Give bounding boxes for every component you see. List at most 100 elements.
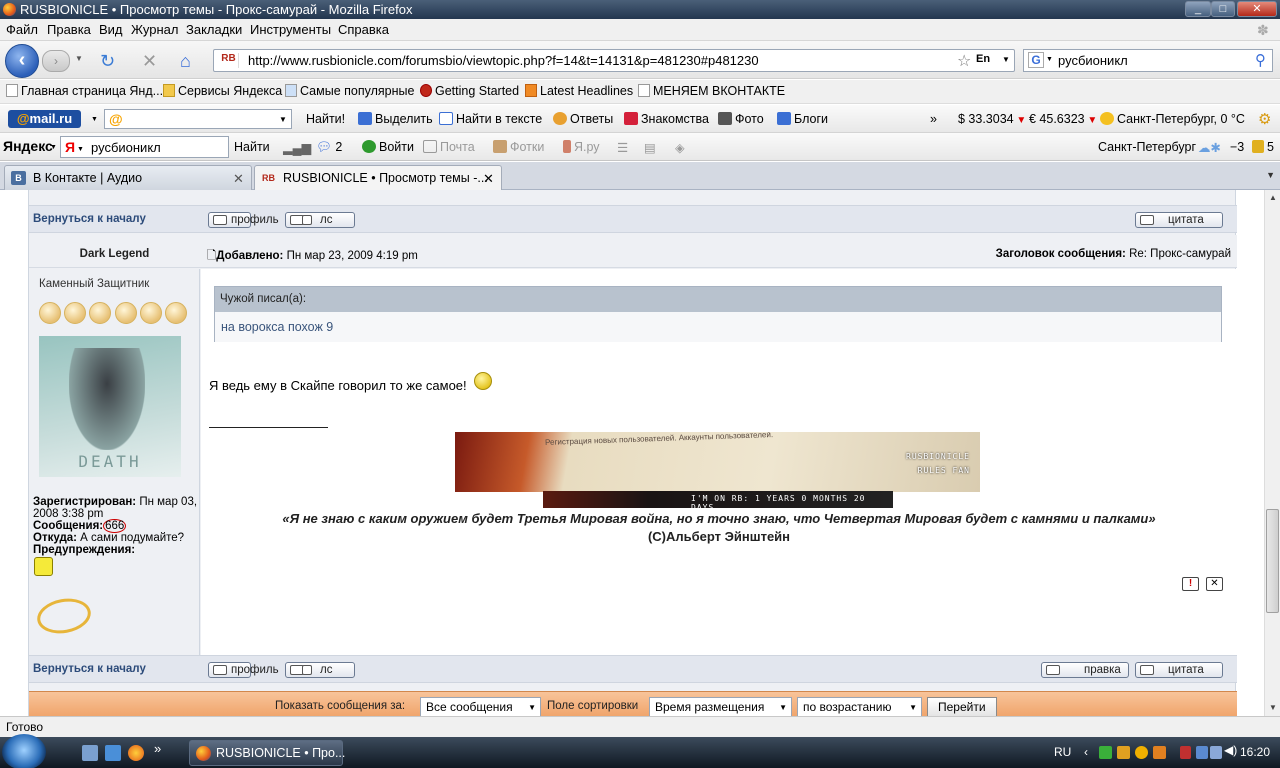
profile-button[interactable]: профиль [208,212,279,228]
search-bar[interactable]: G ▼ русбионикл ⚲ [1023,49,1273,72]
address-url[interactable]: http://www.rusbionicle.com/forumsbio/vie… [248,53,759,68]
start-button[interactable] [2,734,46,768]
bookmark-item[interactable]: Getting Started [420,84,519,98]
pm-button[interactable]: лс [285,662,355,678]
tab-rusbionicle[interactable]: RB RUSBIONICLE • Просмотр темы -... ✕ [254,165,502,190]
show-desktop-icon[interactable] [82,745,98,761]
language-indicator[interactable]: RU [1054,745,1071,759]
search-icon[interactable]: ⚲ [1255,51,1266,69]
settings-gear-icon[interactable]: ⚙ [1258,110,1271,128]
scroll-up-icon[interactable]: ▲ [1265,190,1280,206]
history-dropdown-icon[interactable]: ▼ [75,54,83,63]
yaru-button[interactable]: Я.ру [563,140,600,154]
blogs-button[interactable]: Блоги [777,112,828,126]
bookmark-star-icon[interactable]: ☆ [957,51,971,71]
tab-list-dropdown-icon[interactable]: ▼ [1266,170,1275,180]
back-to-top-link[interactable]: Вернуться к началу [33,213,146,225]
tray-icon-network[interactable] [1196,746,1208,759]
firefox-quicklaunch-icon[interactable] [128,745,144,761]
report-button[interactable]: ! [1182,577,1199,591]
tab-close-icon[interactable]: ✕ [233,171,244,187]
url-dropdown-icon[interactable]: ▼ [1002,55,1010,64]
switch-windows-icon[interactable] [105,745,121,761]
edit-button[interactable]: правка [1041,662,1129,678]
reload-icon[interactable]: ↻ [100,51,115,72]
delete-button[interactable]: ✕ [1206,577,1223,591]
yandex-menu-dropdown-icon[interactable]: ▼ [50,144,57,151]
forward-button[interactable]: › [42,50,70,72]
vertical-scrollbar[interactable]: ▲ ▼ [1264,190,1280,716]
post-link-icon[interactable]: 🗋︎ [207,250,216,262]
address-bar[interactable]: RB http://www.rusbionicle.com/forumsbio/… [213,49,1015,72]
answers-button[interactable]: Ответы [553,112,613,126]
go-button[interactable]: Перейти [927,697,997,716]
scroll-down-icon[interactable]: ▼ [1265,700,1280,716]
messages-button[interactable]: 💬︎ 2 [316,140,342,155]
yandex-logo[interactable]: Яндекс [3,138,53,154]
find-in-text-button[interactable]: Найти в тексте [439,112,542,126]
close-button[interactable]: ✕ [1237,1,1277,17]
scroll-thumb[interactable] [1266,509,1279,613]
signal-bars-icon[interactable]: ▂▄▆ [283,140,311,155]
tray-icon-security[interactable] [1180,746,1191,759]
menu-edit[interactable]: Правка [47,22,91,37]
mailru-search-input[interactable]: @ ▼ [104,109,292,129]
menu-view[interactable]: Вид [99,22,123,37]
tab-close-icon[interactable]: ✕ [483,171,494,187]
quote-button[interactable]: цитата [1135,662,1223,678]
language-badge[interactable]: En [976,53,990,65]
yandex-search-value[interactable]: русбионикл [91,140,161,155]
google-engine-icon[interactable]: G [1028,52,1044,68]
quote-button[interactable]: цитата [1135,212,1223,228]
maximize-button[interactable]: □ [1211,1,1235,17]
tray-icon-icq[interactable] [1099,746,1112,759]
engine-dropdown-icon[interactable]: ▼ [1046,56,1053,63]
tray-icon-display[interactable] [1210,746,1222,759]
stop-icon[interactable]: ✕ [142,51,157,72]
pm-button[interactable]: лс [285,212,355,228]
clock[interactable]: 16:20 [1240,745,1270,759]
sort-field-select[interactable]: Время размещения ▼ [649,697,792,716]
mailru-find-button[interactable]: Найти! [306,112,345,126]
tray-icon-mail[interactable] [1117,746,1130,759]
photos-button[interactable]: Фотки [493,140,544,154]
yandex-find-button[interactable]: Найти [234,140,270,154]
bookmark-item[interactable]: Сервисы Яндекса [163,84,282,98]
tab-vkontakte[interactable]: B В Контакте | Аудио ✕ [4,165,252,190]
yandex-temp[interactable]: −3 [1230,140,1244,154]
extra-icon-1[interactable]: ☰ [617,140,628,155]
mailru-logo[interactable]: @mail.ru [8,110,81,128]
back-button[interactable]: ‹ [5,44,39,78]
mailru-menu-dropdown-icon[interactable]: ▼ [91,116,98,123]
usd-rate[interactable]: $ 33.3034 ▼ [958,112,1026,126]
bookmark-item[interactable]: МЕНЯЕМ ВКОНТАКТЕ [638,84,785,98]
yandex-mail-counter[interactable]: 5 [1252,140,1274,154]
bookmark-item[interactable]: Latest Headlines [525,84,633,98]
menu-tools[interactable]: Инструменты [250,22,331,37]
eur-rate[interactable]: € 45.6323 ▼ [1029,112,1097,126]
menu-file[interactable]: Файл [6,22,38,37]
photo-button[interactable]: Фото [718,112,764,126]
search-input[interactable]: русбионикл [1058,53,1128,68]
post-author[interactable]: Dark Legend [29,248,200,260]
extra-icon-2[interactable]: ▤ [644,140,656,155]
yandex-city[interactable]: Санкт-Петербург [1098,140,1196,154]
volume-icon[interactable]: ◀) [1224,743,1237,757]
tray-expand-icon[interactable]: ‹ [1084,745,1088,759]
yandex-search-input[interactable]: Я ▼ русбионикл [60,136,229,158]
tray-icon-misc[interactable] [1153,746,1166,759]
mail-button[interactable]: Почта [423,140,475,154]
toolbar-overflow-button[interactable]: » [930,112,937,126]
extra-icon-3[interactable]: ◈ [675,140,685,155]
profile-button[interactable]: профиль [208,662,279,678]
weather-widget[interactable]: Санкт-Петербург, 0 °C [1100,112,1245,126]
menu-history[interactable]: Журнал [131,22,178,37]
minimize-button[interactable]: _ [1185,1,1211,17]
show-messages-select[interactable]: Все сообщения ▼ [420,697,541,716]
menu-bookmarks[interactable]: Закладки [186,22,242,37]
yandex-search-dropdown-icon[interactable]: ▼ [77,146,84,153]
back-to-top-link[interactable]: Вернуться к началу [33,663,146,675]
sort-order-select[interactable]: по возрастанию ▼ [797,697,922,716]
menu-help[interactable]: Справка [338,22,389,37]
quicklaunch-overflow[interactable]: » [154,741,161,756]
